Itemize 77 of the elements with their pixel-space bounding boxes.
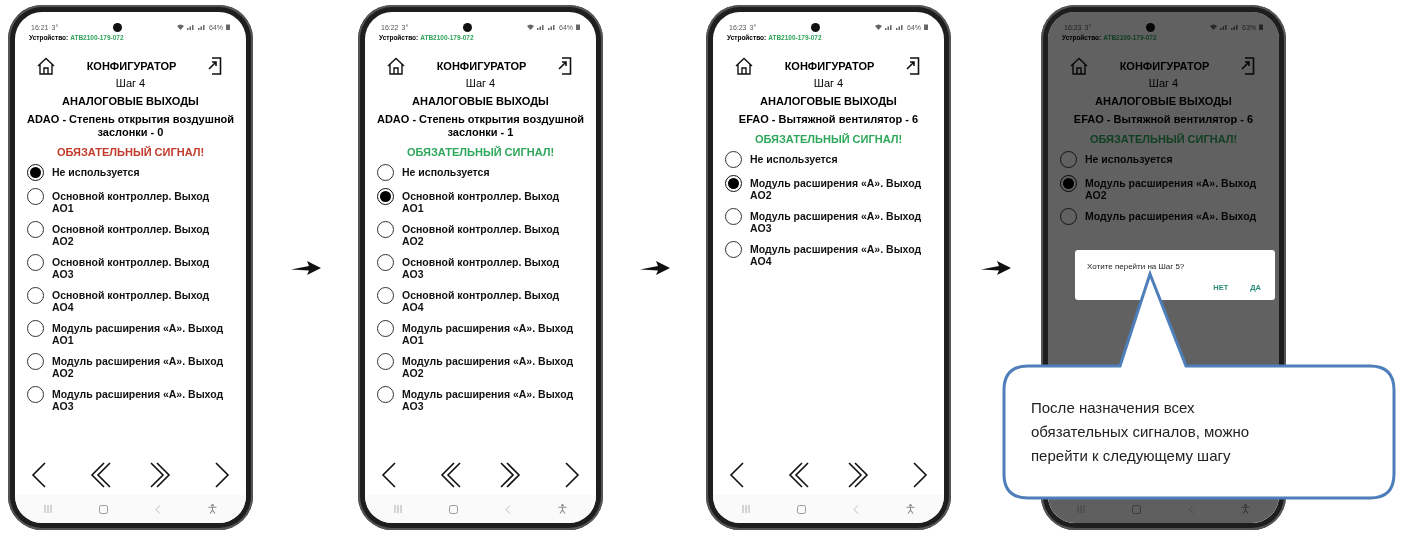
accessibility-icon[interactable] xyxy=(207,504,217,514)
radio-option[interactable]: Модуль расширения «А». Выход AO2 xyxy=(27,355,227,379)
signal-icon xyxy=(198,24,206,30)
home-button-icon[interactable] xyxy=(99,504,109,514)
radio-option[interactable]: Модуль расширения «А». Выход AO3 xyxy=(725,210,925,234)
radio-option[interactable]: Не используется xyxy=(27,166,227,181)
signal-name: ADAO - Степень открытия воздушной заслонки - 1 xyxy=(375,113,586,139)
exit-icon[interactable] xyxy=(208,57,222,75)
home-icon[interactable] xyxy=(37,57,55,75)
radio-option[interactable]: Основной контроллер. Выход AO2 xyxy=(27,223,227,247)
signal-name: EFAO - Вытяжной вентилятор - 6 xyxy=(737,113,920,126)
signal-icon xyxy=(187,24,195,30)
signal-name: EFAO - Вытяжной вентилятор - 6 xyxy=(1072,113,1255,126)
radio-option[interactable]: Основной контроллер. Выход AO4 xyxy=(377,289,577,313)
battery-icon xyxy=(924,24,928,30)
battery-icon xyxy=(1259,24,1263,30)
accessibility-icon[interactable] xyxy=(905,504,915,514)
wifi-icon xyxy=(875,24,882,30)
radio-option[interactable]: Модуль расширения «А». Выход AO1 xyxy=(377,322,577,346)
accessibility-icon[interactable] xyxy=(557,504,567,514)
signal-icon xyxy=(1231,24,1239,30)
section-title: АНАЛОГОВЫЕ ВЫХОДЫ xyxy=(1094,95,1233,107)
home-icon[interactable] xyxy=(735,57,753,75)
exit-icon[interactable] xyxy=(558,57,572,75)
step-label: Шаг 4 xyxy=(464,77,497,89)
app-title: КОНФИГУРАТОР xyxy=(436,60,527,72)
arrow-right-icon xyxy=(981,260,1011,275)
callout-text: После назначения всех обязательных сигналов, можно перейти к следующему шагу xyxy=(1031,398,1251,466)
battery-icon xyxy=(226,24,230,30)
arrow-right-icon xyxy=(639,260,670,275)
signal-icon xyxy=(896,24,904,30)
home-button-icon[interactable] xyxy=(449,504,459,514)
app-title: КОНФИГУРАТОР xyxy=(1119,60,1210,72)
arrow-right-icon xyxy=(290,260,321,275)
required-signal-notice: ОБЯЗАТЕЛЬНЫЙ СИГНАЛ! xyxy=(1088,133,1239,145)
section-title: АНАЛОГОВЫЕ ВЫХОДЫ xyxy=(61,95,200,107)
step-label: Шаг 4 xyxy=(812,77,845,89)
battery-icon xyxy=(576,24,580,30)
required-signal-notice: ОБЯЗАТЕЛЬНЫЙ СИГНАЛ! xyxy=(55,146,206,158)
radio-option[interactable]: Основной контроллер. Выход AO2 xyxy=(377,223,577,247)
home-icon[interactable] xyxy=(387,57,405,75)
signal-icon xyxy=(885,24,893,30)
radio-option[interactable]: Модуль расширения «А». Выход AO1 xyxy=(27,322,227,346)
wifi-icon xyxy=(1210,24,1217,30)
wifi-icon xyxy=(527,24,534,30)
radio-option[interactable]: Основной контроллер. Выход AO1 xyxy=(377,190,577,214)
section-title: АНАЛОГОВЫЕ ВЫХОДЫ xyxy=(411,95,550,107)
radio-option[interactable]: Не используется xyxy=(725,153,925,168)
camera-icon xyxy=(1146,22,1156,32)
radio-option[interactable]: Модуль расширения «А». Выход AO3 xyxy=(27,388,227,412)
radio-option[interactable]: Не используется xyxy=(377,166,577,181)
camera-icon xyxy=(811,22,821,32)
camera-icon xyxy=(113,22,123,32)
radio-option[interactable]: Основной контроллер. Выход AO1 xyxy=(27,190,227,214)
app-title: КОНФИГУРАТОР xyxy=(86,60,177,72)
signal-icon xyxy=(548,24,556,30)
dialog-message: Хотите перейти на Шаг 5? xyxy=(1087,262,1186,271)
required-signal-notice: ОБЯЗАТЕЛЬНЫЙ СИГНАЛ! xyxy=(753,133,904,145)
section-title: АНАЛОГОВЫЕ ВЫХОДЫ xyxy=(759,95,898,107)
wifi-icon xyxy=(177,24,184,30)
radio-option[interactable]: Основной контроллер. Выход AO4 xyxy=(27,289,227,313)
exit-icon[interactable] xyxy=(906,57,920,75)
home-button-icon[interactable] xyxy=(797,504,807,514)
radio-option[interactable]: Модуль расширения «А». Выход AO2 xyxy=(377,355,577,379)
radio-option[interactable]: Модуль расширения «А». Выход AO3 xyxy=(377,388,577,412)
radio-option[interactable]: Модуль расширения «А». Выход AO4 xyxy=(725,243,925,267)
app-title: КОНФИГУРАТОР xyxy=(784,60,875,72)
required-signal-notice: ОБЯЗАТЕЛЬНЫЙ СИГНАЛ! xyxy=(405,146,556,158)
radio-option[interactable]: Основной контроллер. Выход AO3 xyxy=(377,256,577,280)
camera-icon xyxy=(463,22,473,32)
signal-name: ADAO - Степень открытия воздушной заслонки - 0 xyxy=(25,113,236,139)
signal-icon xyxy=(537,24,545,30)
step-label: Шаг 4 xyxy=(1147,77,1180,89)
signal-icon xyxy=(1220,24,1228,30)
step-label: Шаг 4 xyxy=(114,77,147,89)
radio-option[interactable]: Основной контроллер. Выход AO3 xyxy=(27,256,227,280)
radio-option[interactable]: Модуль расширения «А». Выход AO2 xyxy=(725,177,925,201)
